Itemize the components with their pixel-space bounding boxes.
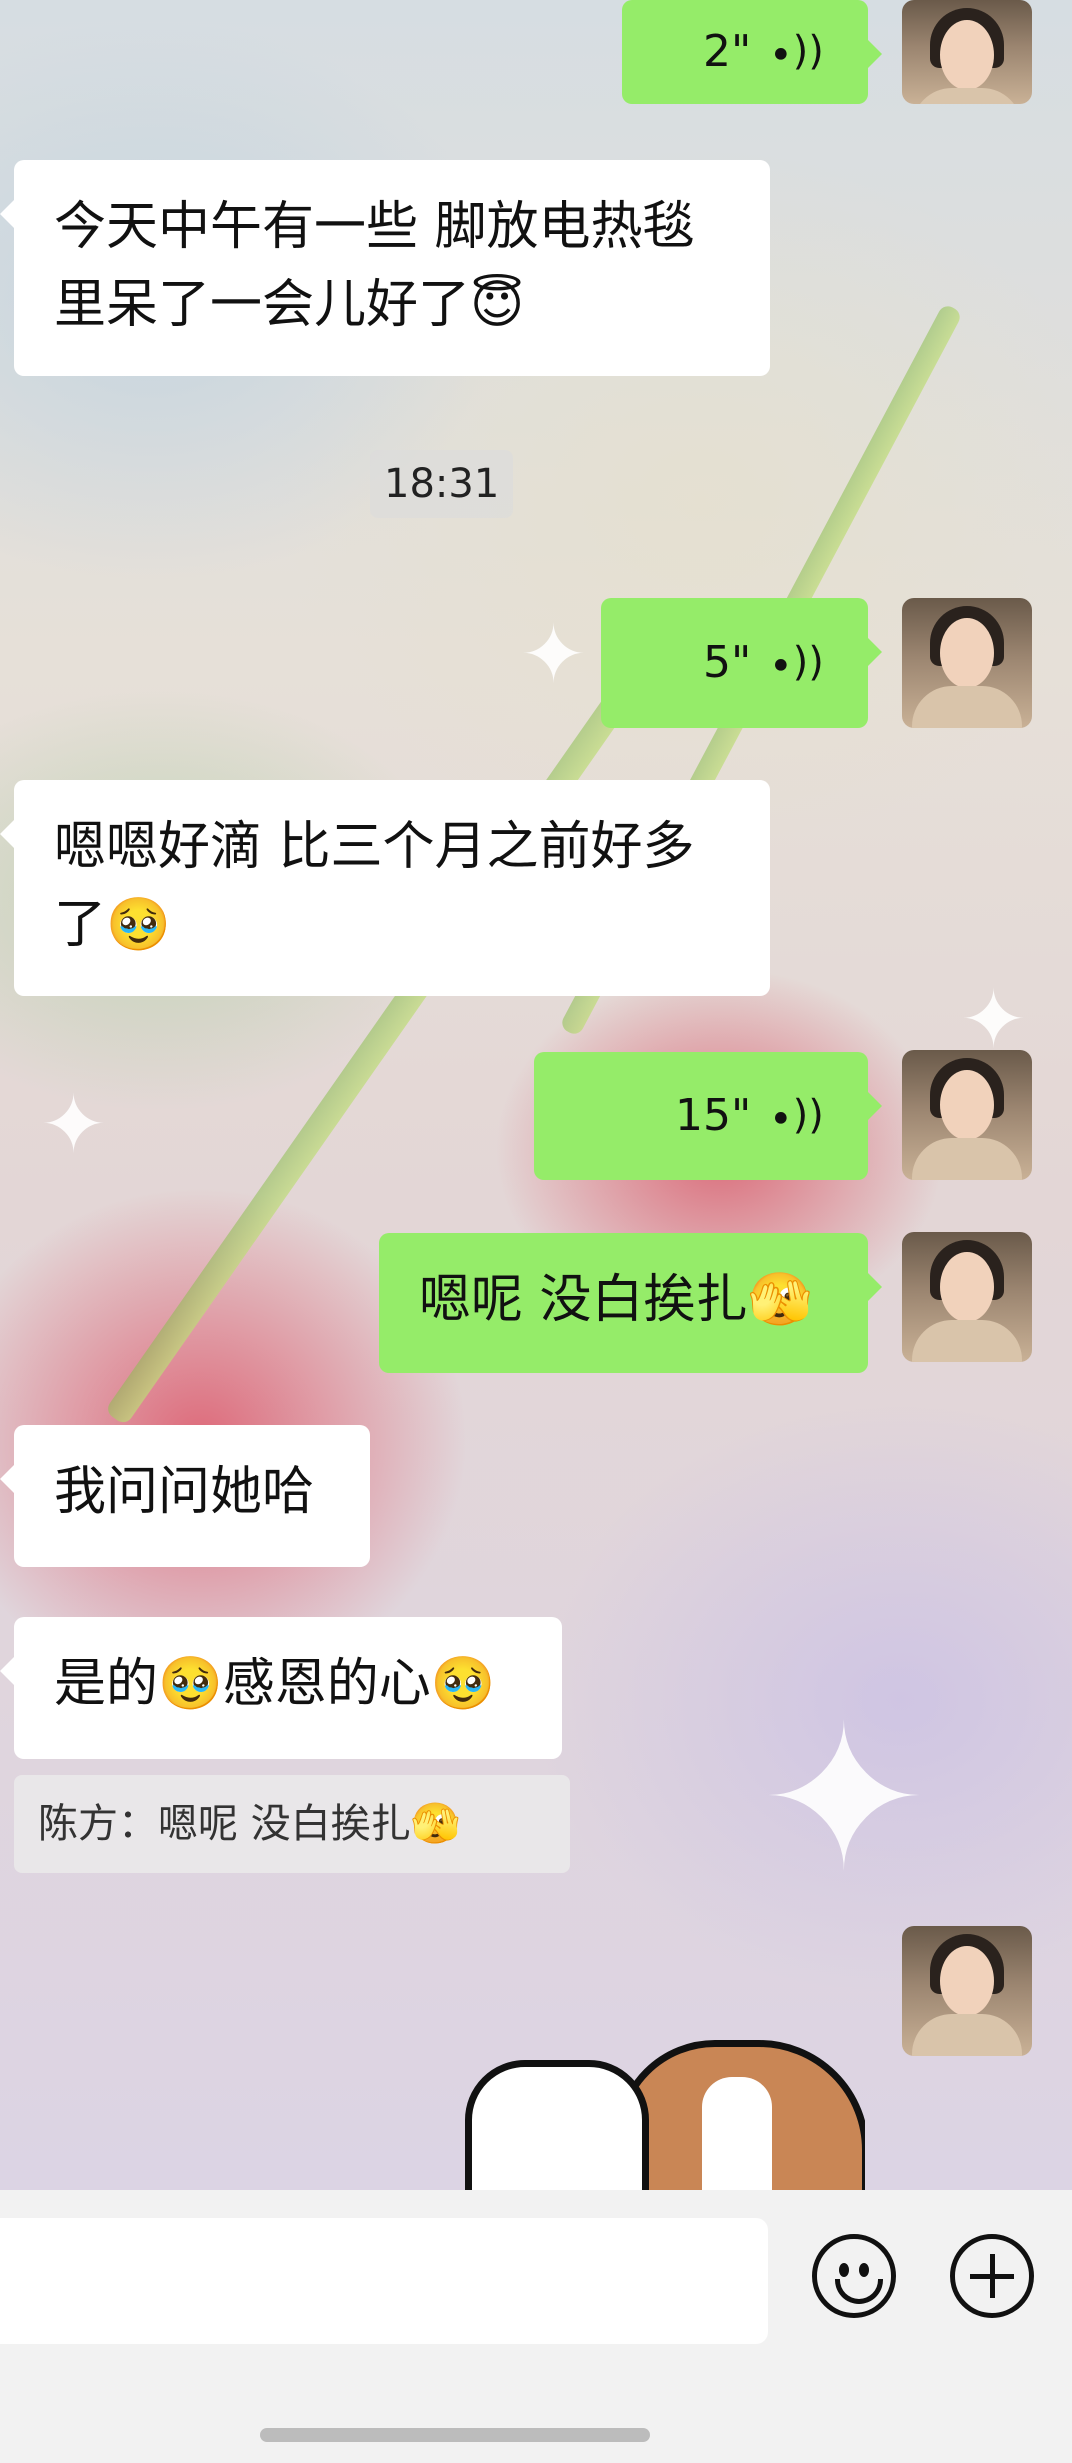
voice-message-bubble[interactable]: 5" ((•: [601, 598, 882, 728]
sparkle-decoration: ✦: [520, 608, 588, 701]
incoming-text-bubble[interactable]: 嗯嗯好滴 比三个月之前好多了🥹: [0, 780, 770, 996]
voice-wave-icon: ((•: [769, 1093, 824, 1139]
sticker-message[interactable]: [465, 2040, 865, 2190]
voice-duration: 2": [702, 26, 752, 77]
sparkle-decoration: ✦: [760, 1683, 928, 1916]
message-text: 嗯嗯好滴 比三个月之前好多了🥹: [54, 817, 695, 955]
message-text: 是的🥹感恩的心🥹: [54, 1654, 496, 1714]
chat-background: ✦ ✦ ✦ ✦ 2" ((• 今天中午有一些 脚放电热毯里呆了一会儿好了😇 18…: [0, 0, 1072, 2190]
quoted-text: 陈方：嗯呢 没白挨扎🫣: [38, 1801, 461, 1847]
message-text: 今天中午有一些 脚放电热毯里呆了一会儿好了😇: [54, 197, 695, 335]
outgoing-text-bubble[interactable]: 嗯呢 没白挨扎🫣: [379, 1233, 882, 1373]
input-bar: [0, 2190, 1072, 2463]
voice-wave-icon: ((•: [769, 29, 824, 75]
incoming-text-bubble[interactable]: 是的🥹感恩的心🥹: [0, 1617, 562, 1759]
timestamp: 18:31: [370, 450, 514, 518]
incoming-text-bubble[interactable]: 我问问她哈: [0, 1425, 370, 1567]
plus-circle-icon[interactable]: [950, 2234, 1034, 2318]
quoted-reply[interactable]: 陈方：嗯呢 没白挨扎🫣: [14, 1775, 570, 1873]
my-avatar[interactable]: [902, 598, 1032, 728]
home-indicator[interactable]: [260, 2428, 650, 2442]
voice-duration: 5": [702, 637, 752, 688]
voice-message-bubble[interactable]: 2" ((•: [622, 0, 882, 104]
voice-duration: 15": [674, 1090, 752, 1141]
message-text: 嗯呢 没白挨扎🫣: [419, 1270, 813, 1330]
incoming-text-bubble[interactable]: 今天中午有一些 脚放电热毯里呆了一会儿好了😇: [0, 160, 770, 376]
smiley-face-icon[interactable]: [812, 2234, 896, 2318]
sparkle-decoration: ✦: [960, 973, 1028, 1066]
my-avatar[interactable]: [902, 0, 1032, 104]
message-text: 我问问她哈: [54, 1462, 315, 1522]
dog-sticker-image: [615, 2040, 865, 2190]
sparkle-decoration: ✦: [40, 1078, 108, 1171]
my-avatar[interactable]: [902, 1926, 1032, 2056]
waving-hand-sticker-image: [465, 2060, 649, 2190]
voice-wave-icon: ((•: [769, 640, 824, 686]
message-input[interactable]: [0, 2218, 768, 2344]
my-avatar[interactable]: [902, 1232, 1032, 1362]
voice-message-bubble[interactable]: 15" ((•: [534, 1052, 882, 1180]
my-avatar[interactable]: [902, 1050, 1032, 1180]
